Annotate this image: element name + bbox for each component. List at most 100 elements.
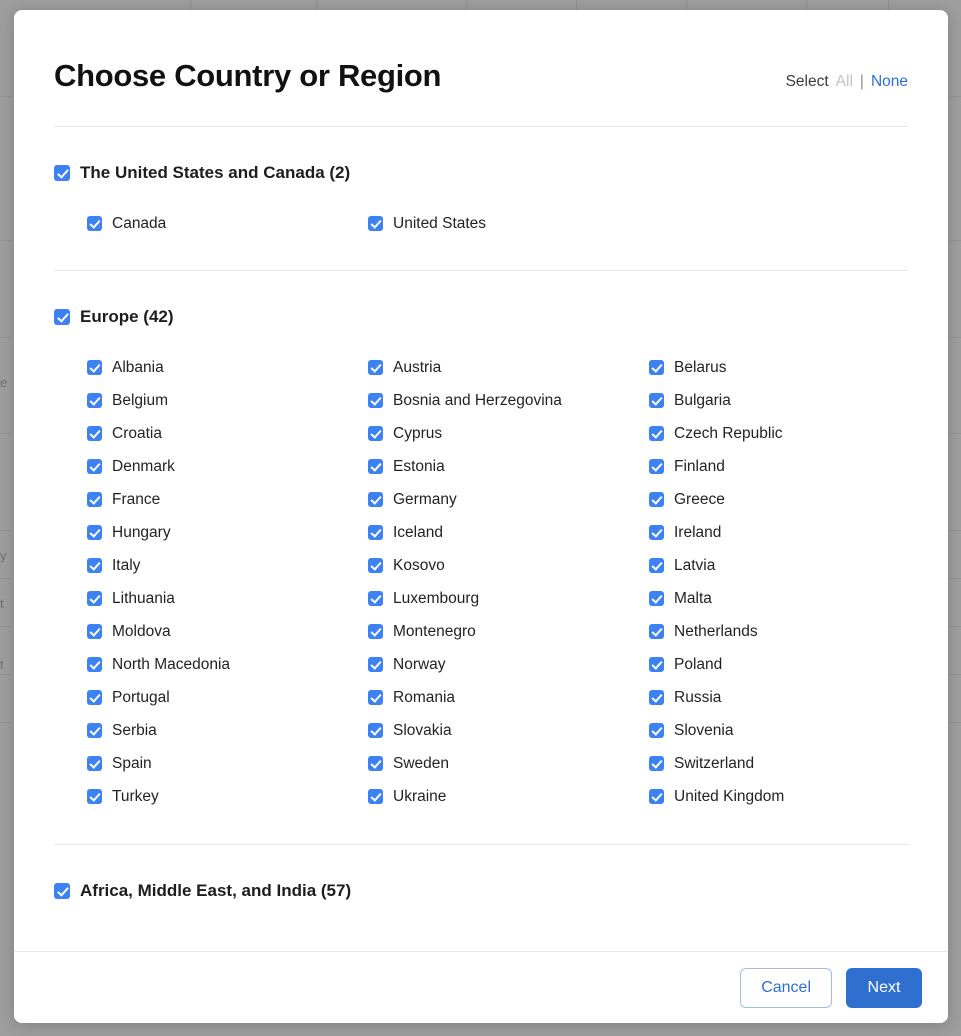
region-checkbox-europe[interactable] bbox=[54, 309, 70, 325]
country-item[interactable]: Belgium bbox=[87, 384, 368, 417]
cancel-button[interactable]: Cancel bbox=[740, 967, 832, 1008]
country-checkbox[interactable] bbox=[649, 789, 664, 804]
country-checkbox[interactable] bbox=[87, 624, 102, 639]
country-checkbox[interactable] bbox=[87, 723, 102, 738]
country-item[interactable]: Croatia bbox=[87, 417, 368, 450]
country-checkbox[interactable] bbox=[87, 591, 102, 606]
country-item[interactable]: North Macedonia bbox=[87, 648, 368, 681]
region-divider bbox=[54, 270, 908, 271]
country-label: Hungary bbox=[112, 523, 171, 541]
country-item[interactable]: Sweden bbox=[368, 747, 649, 780]
country-item[interactable]: Turkey bbox=[87, 780, 368, 813]
country-item[interactable]: Latvia bbox=[649, 549, 908, 582]
country-checkbox[interactable] bbox=[649, 426, 664, 441]
country-checkbox[interactable] bbox=[87, 393, 102, 408]
country-checkbox[interactable] bbox=[649, 393, 664, 408]
country-item[interactable]: United Kingdom bbox=[649, 780, 908, 813]
country-item[interactable]: Norway bbox=[368, 648, 649, 681]
country-item[interactable]: Montenegro bbox=[368, 615, 649, 648]
country-checkbox[interactable] bbox=[649, 459, 664, 474]
country-checkbox[interactable] bbox=[368, 591, 383, 606]
country-item[interactable]: Netherlands bbox=[649, 615, 908, 648]
country-checkbox[interactable] bbox=[87, 558, 102, 573]
country-item[interactable]: Ukraine bbox=[368, 780, 649, 813]
country-checkbox[interactable] bbox=[368, 525, 383, 540]
country-checkbox[interactable] bbox=[87, 216, 102, 231]
country-checkbox[interactable] bbox=[87, 756, 102, 771]
country-checkbox[interactable] bbox=[368, 657, 383, 672]
region-checkbox-africa-middle-east-india[interactable] bbox=[54, 883, 70, 899]
country-item[interactable]: Germany bbox=[368, 483, 649, 516]
country-checkbox[interactable] bbox=[649, 624, 664, 639]
country-checkbox[interactable] bbox=[649, 558, 664, 573]
country-item[interactable]: Hungary bbox=[87, 516, 368, 549]
country-item[interactable]: Belarus bbox=[649, 351, 908, 384]
country-checkbox[interactable] bbox=[368, 690, 383, 705]
country-item[interactable]: France bbox=[87, 483, 368, 516]
country-checkbox[interactable] bbox=[87, 690, 102, 705]
country-item[interactable]: Denmark bbox=[87, 450, 368, 483]
country-checkbox[interactable] bbox=[368, 360, 383, 375]
country-checkbox[interactable] bbox=[649, 525, 664, 540]
country-checkbox[interactable] bbox=[87, 360, 102, 375]
country-checkbox[interactable] bbox=[87, 459, 102, 474]
country-item[interactable]: Romania bbox=[368, 681, 649, 714]
country-item[interactable]: Cyprus bbox=[368, 417, 649, 450]
country-item[interactable]: Slovenia bbox=[649, 714, 908, 747]
country-item[interactable]: Serbia bbox=[87, 714, 368, 747]
country-checkbox[interactable] bbox=[368, 459, 383, 474]
country-checkbox[interactable] bbox=[649, 492, 664, 507]
country-checkbox[interactable] bbox=[368, 216, 383, 231]
country-item[interactable]: Luxembourg bbox=[368, 582, 649, 615]
country-item[interactable]: Canada bbox=[87, 207, 368, 240]
country-checkbox[interactable] bbox=[368, 723, 383, 738]
country-item[interactable]: Greece bbox=[649, 483, 908, 516]
country-item[interactable]: Russia bbox=[649, 681, 908, 714]
select-all-link[interactable]: All bbox=[836, 73, 853, 91]
country-item[interactable]: Albania bbox=[87, 351, 368, 384]
country-item[interactable]: Slovakia bbox=[368, 714, 649, 747]
country-item[interactable]: Lithuania bbox=[87, 582, 368, 615]
next-button[interactable]: Next bbox=[846, 967, 922, 1008]
country-item[interactable]: Switzerland bbox=[649, 747, 908, 780]
country-item[interactable]: Czech Republic bbox=[649, 417, 908, 450]
region-checkbox-us-canada[interactable] bbox=[54, 165, 70, 181]
background-text-fragment: y bbox=[0, 549, 7, 562]
country-checkbox[interactable] bbox=[368, 393, 383, 408]
country-checkbox[interactable] bbox=[87, 492, 102, 507]
country-item[interactable]: Estonia bbox=[368, 450, 649, 483]
country-checkbox[interactable] bbox=[368, 756, 383, 771]
country-item[interactable]: Kosovo bbox=[368, 549, 649, 582]
country-checkbox[interactable] bbox=[368, 624, 383, 639]
country-checkbox[interactable] bbox=[368, 558, 383, 573]
country-checkbox[interactable] bbox=[649, 591, 664, 606]
country-item[interactable]: Ireland bbox=[649, 516, 908, 549]
country-checkbox[interactable] bbox=[649, 657, 664, 672]
country-checkbox[interactable] bbox=[87, 525, 102, 540]
country-checkbox[interactable] bbox=[649, 360, 664, 375]
country-item[interactable]: Portugal bbox=[87, 681, 368, 714]
country-checkbox[interactable] bbox=[368, 789, 383, 804]
country-item[interactable]: Finland bbox=[649, 450, 908, 483]
country-item[interactable]: Bosnia and Herzegovina bbox=[368, 384, 649, 417]
country-item[interactable]: United States bbox=[368, 207, 649, 240]
country-item[interactable]: Italy bbox=[87, 549, 368, 582]
country-item[interactable]: Iceland bbox=[368, 516, 649, 549]
country-checkbox[interactable] bbox=[649, 690, 664, 705]
country-checkbox[interactable] bbox=[87, 789, 102, 804]
region-title: The United States and Canada (2) bbox=[80, 163, 351, 182]
country-item[interactable]: Austria bbox=[368, 351, 649, 384]
country-checkbox[interactable] bbox=[649, 756, 664, 771]
country-item[interactable]: Bulgaria bbox=[649, 384, 908, 417]
country-checkbox[interactable] bbox=[368, 426, 383, 441]
country-checkbox[interactable] bbox=[87, 657, 102, 672]
country-checkbox[interactable] bbox=[368, 492, 383, 507]
country-label: Norway bbox=[393, 655, 446, 673]
country-item[interactable]: Poland bbox=[649, 648, 908, 681]
select-none-link[interactable]: None bbox=[871, 73, 908, 91]
country-item[interactable]: Spain bbox=[87, 747, 368, 780]
country-item[interactable]: Moldova bbox=[87, 615, 368, 648]
country-checkbox[interactable] bbox=[87, 426, 102, 441]
country-item[interactable]: Malta bbox=[649, 582, 908, 615]
country-checkbox[interactable] bbox=[649, 723, 664, 738]
